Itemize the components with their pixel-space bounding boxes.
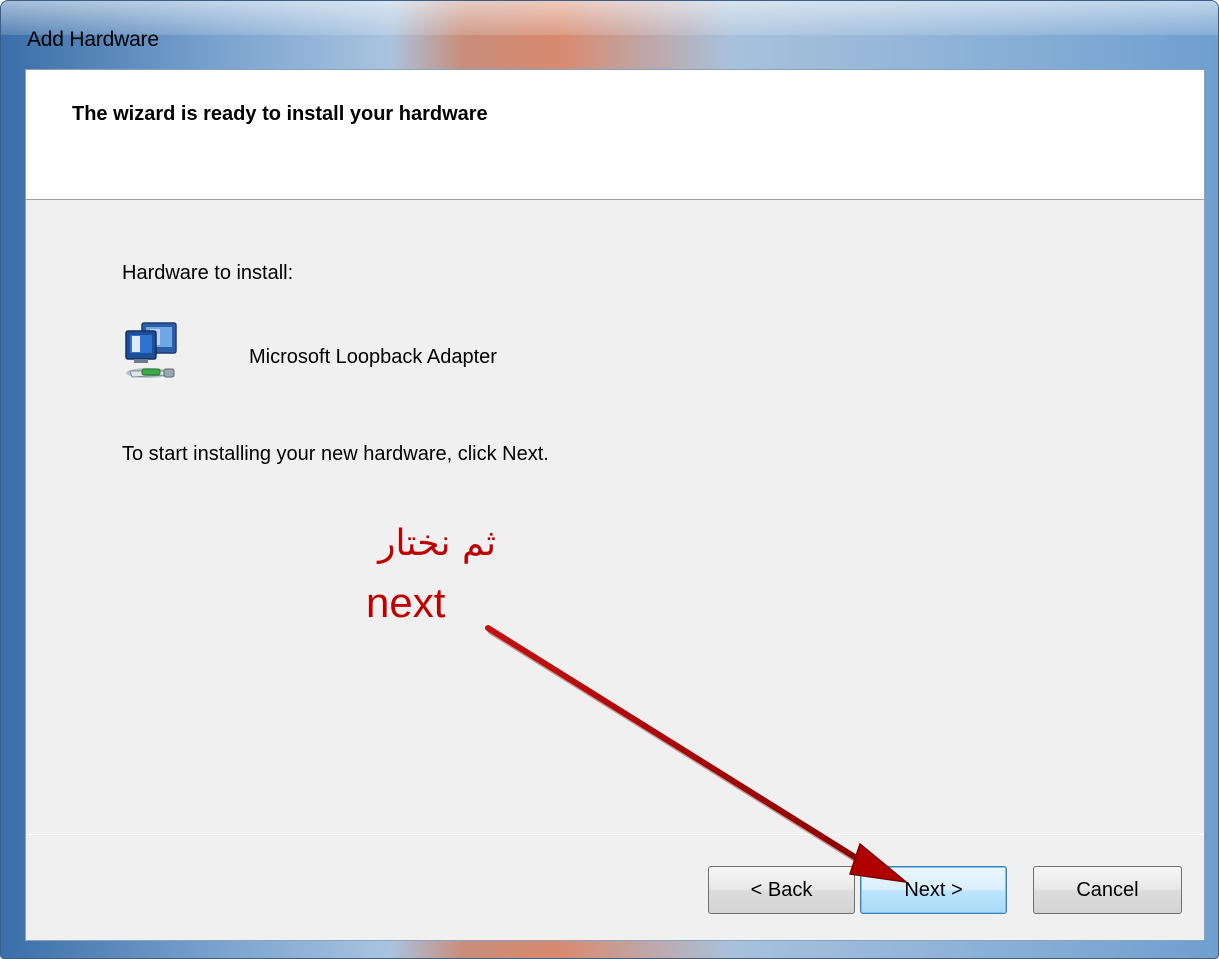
add-hardware-window: Add Hardware The wizard is ready to inst… [0, 0, 1219, 959]
annotation-next-text: next [366, 579, 446, 626]
wizard-body: Hardware to install: Microsoft Loopback … [26, 201, 1204, 834]
footer-separator [26, 834, 1204, 835]
next-button[interactable]: Next > [860, 866, 1007, 914]
hardware-to-install-label: Hardware to install: [122, 262, 294, 284]
title-bar[interactable]: Add Hardware [1, 1, 1218, 69]
annotation-arabic-text: ثم نختار [378, 523, 496, 564]
wizard-header: The wizard is ready to install your hard… [26, 70, 1204, 200]
instruction-text: To start installing your new hardware, c… [122, 443, 549, 465]
back-button[interactable]: < Back [708, 866, 855, 914]
page-title: The wizard is ready to install your hard… [72, 103, 488, 125]
device-name: Microsoft Loopback Adapter [249, 346, 497, 368]
cancel-button[interactable]: Cancel [1033, 866, 1182, 914]
wizard-client-area: The wizard is ready to install your hard… [25, 69, 1205, 941]
window-title: Add Hardware [27, 28, 159, 51]
network-adapter-icon [120, 319, 182, 383]
